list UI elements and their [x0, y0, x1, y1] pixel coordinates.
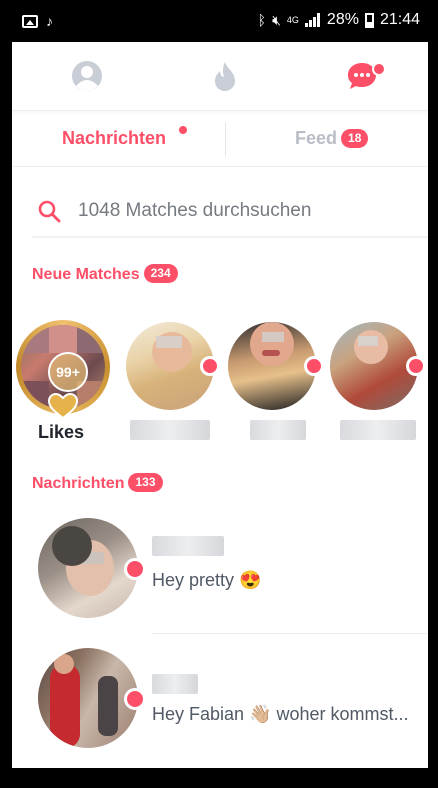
unread-dot: [124, 558, 146, 580]
unread-dot: [124, 688, 146, 710]
online-dot: [406, 356, 426, 376]
match-name-blurred: [340, 420, 416, 440]
new-matches-header: Neue Matches 234: [32, 264, 178, 284]
top-navigation: [12, 42, 428, 111]
message-preview: Hey Fabian 👋🏼 woher kommst...: [152, 704, 409, 724]
row-separator: [152, 633, 428, 634]
likes-label: Likes: [38, 422, 85, 442]
new-matches-title: Neue Matches: [32, 266, 140, 283]
bluetooth-icon: ᛒ: [257, 12, 267, 28]
likes-avatar[interactable]: 99+: [16, 320, 110, 420]
app-screen: ♪ ᛒ 🔇︎ 4G 28% 21:44 Nachrichten Feed 18 …: [12, 0, 428, 768]
messages-title: Nachrichten: [32, 475, 125, 492]
signal-icon: [304, 13, 320, 27]
tab-feed-label: Feed: [295, 128, 338, 148]
match-name-blurred: [250, 420, 306, 440]
message-tabs: Nachrichten Feed 18: [12, 112, 428, 167]
messages-count: 133: [128, 473, 163, 492]
tab-messages[interactable]: Nachrichten: [62, 128, 166, 149]
message-name-blurred: [152, 674, 198, 694]
search-placeholder: 1048 Matches durchsuchen: [78, 200, 312, 221]
tab-feed[interactable]: Feed 18: [295, 128, 369, 149]
messages-unread-dot: [179, 126, 187, 134]
match-name-blurred: [130, 420, 210, 440]
chat-notification-dot: [372, 62, 386, 76]
profile-icon[interactable]: [71, 60, 103, 92]
message-avatar: [38, 648, 138, 748]
battery-icon: [364, 12, 374, 28]
feed-count-badge: 18: [341, 129, 369, 148]
gallery-notification-icon: [22, 14, 38, 28]
online-dot: [200, 356, 220, 376]
flame-icon[interactable]: [209, 60, 241, 92]
match-avatar: [330, 322, 418, 410]
music-note-icon: ♪: [46, 13, 53, 29]
mute-icon: 🔇︎: [272, 12, 281, 28]
new-matches-count: 234: [143, 264, 178, 283]
network-type: 4G: [286, 15, 299, 25]
online-dot: [304, 356, 324, 376]
tab-divider: [225, 122, 226, 156]
messages-header: Nachrichten 133: [32, 473, 163, 493]
tab-messages-label: Nachrichten: [62, 128, 167, 148]
match-avatar: [228, 322, 316, 410]
battery-percent: 28%: [326, 11, 359, 28]
clock: 21:44: [379, 11, 420, 28]
search-input[interactable]: 1048 Matches durchsuchen: [32, 190, 428, 238]
likes-count-badge: 99+: [48, 352, 88, 392]
message-avatar: [38, 518, 138, 618]
status-bar: ♪ ᛒ 🔇︎ 4G 28% 21:44: [12, 0, 428, 42]
message-row[interactable]: Hey Fabian 👋🏼 woher kommst...: [12, 648, 428, 768]
message-row[interactable]: Hey pretty 😍: [12, 518, 428, 642]
gold-heart-icon: [47, 392, 79, 420]
message-preview: Hey pretty 😍: [152, 570, 262, 590]
message-name-blurred: [152, 536, 224, 556]
search-icon: [38, 200, 61, 223]
